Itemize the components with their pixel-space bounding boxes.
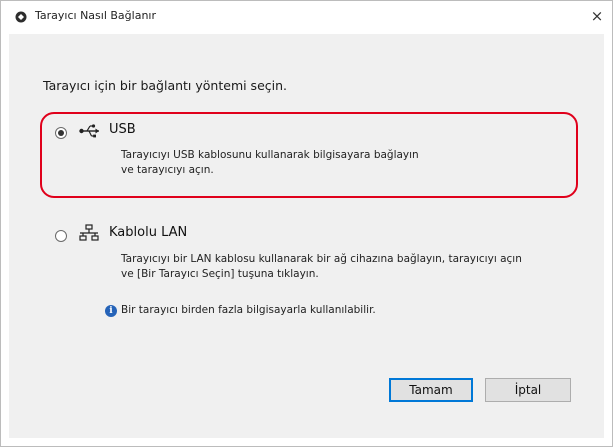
info-icon: i (105, 305, 117, 317)
option-wired-lan[interactable]: Kablolu LAN Tarayıcıyı bir LAN kablosu k… (41, 224, 581, 294)
close-button[interactable]: × (586, 5, 608, 27)
lan-radio[interactable] (55, 230, 67, 242)
instruction-text: Tarayıcı için bir bağlantı yöntemi seçin… (43, 78, 288, 93)
usb-icon (79, 124, 99, 138)
usb-description-line-2: ve tarayıcıyı açın. (121, 164, 214, 176)
dialog-window: Tarayıcı Nasıl Bağlanır × Tarayıcı için … (0, 0, 613, 447)
cancel-button[interactable]: İptal (485, 378, 571, 402)
option-usb[interactable]: USB Tarayıcıyı USB kablosunu kullanarak … (41, 122, 581, 192)
info-note: i Bir tarayıcı birden fazla bilgisayarla… (105, 304, 376, 317)
title-bar: Tarayıcı Nasıl Bağlanır × (1, 1, 612, 33)
lan-description-line-1: Tarayıcıyı bir LAN kablosu kullanarak bi… (121, 253, 522, 265)
lan-label: Kablolu LAN (109, 225, 188, 240)
lan-description-line-2: ve [Bir Tarayıcı Seçin] tuşuna tıklayın. (121, 268, 319, 280)
scanner-app-icon (15, 11, 27, 23)
network-icon (79, 224, 99, 241)
dialog-body: Tarayıcı için bir bağlantı yöntemi seçin… (9, 34, 604, 438)
usb-radio[interactable] (55, 127, 67, 139)
usb-description: Tarayıcıyı USB kablosunu kullanarak bilg… (121, 148, 591, 178)
ok-button[interactable]: Tamam (389, 378, 473, 402)
usb-label: USB (109, 122, 136, 137)
close-icon: × (590, 7, 604, 25)
window-title: Tarayıcı Nasıl Bağlanır (35, 9, 156, 22)
lan-description: Tarayıcıyı bir LAN kablosu kullanarak bi… (121, 252, 591, 282)
usb-description-line-1: Tarayıcıyı USB kablosunu kullanarak bilg… (121, 149, 419, 161)
info-text: Bir tarayıcı birden fazla bilgisayarla k… (121, 304, 376, 316)
